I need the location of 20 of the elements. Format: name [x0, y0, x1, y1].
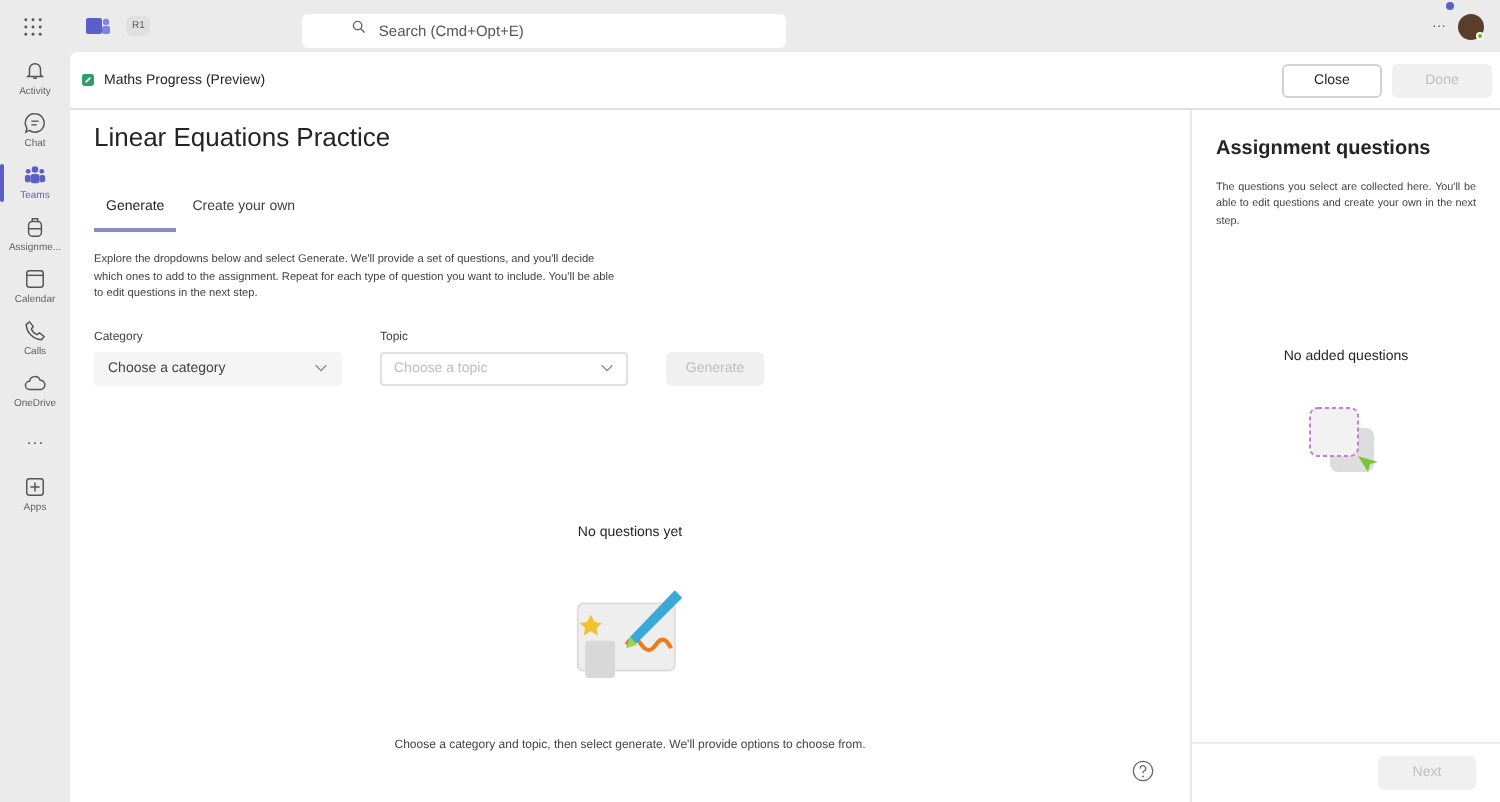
- phone-icon: [24, 320, 46, 342]
- add-apps-icon: [24, 476, 46, 498]
- cloud-icon: [24, 372, 46, 394]
- panel-title: Assignment questions: [1216, 138, 1433, 160]
- calendar-icon: [24, 268, 46, 290]
- page-title: Linear Equations Practice: [94, 122, 393, 152]
- avatar[interactable]: [1458, 13, 1484, 39]
- chat-icon: [24, 112, 46, 134]
- rail-item[interactable]: ···: [0, 424, 70, 462]
- app-logo-icon: [82, 74, 94, 86]
- people-icon: [24, 164, 46, 186]
- chevron-down-icon: [600, 364, 614, 373]
- backpack-icon: [24, 216, 46, 238]
- help-icon[interactable]: [1132, 760, 1154, 782]
- app-launcher-icon[interactable]: [24, 17, 42, 35]
- search-icon: [352, 19, 367, 33]
- teams-logo-icon: [86, 16, 110, 36]
- notification-dot: [1446, 1, 1454, 9]
- chevron-down-icon: [314, 364, 328, 373]
- bell-icon: [24, 60, 46, 82]
